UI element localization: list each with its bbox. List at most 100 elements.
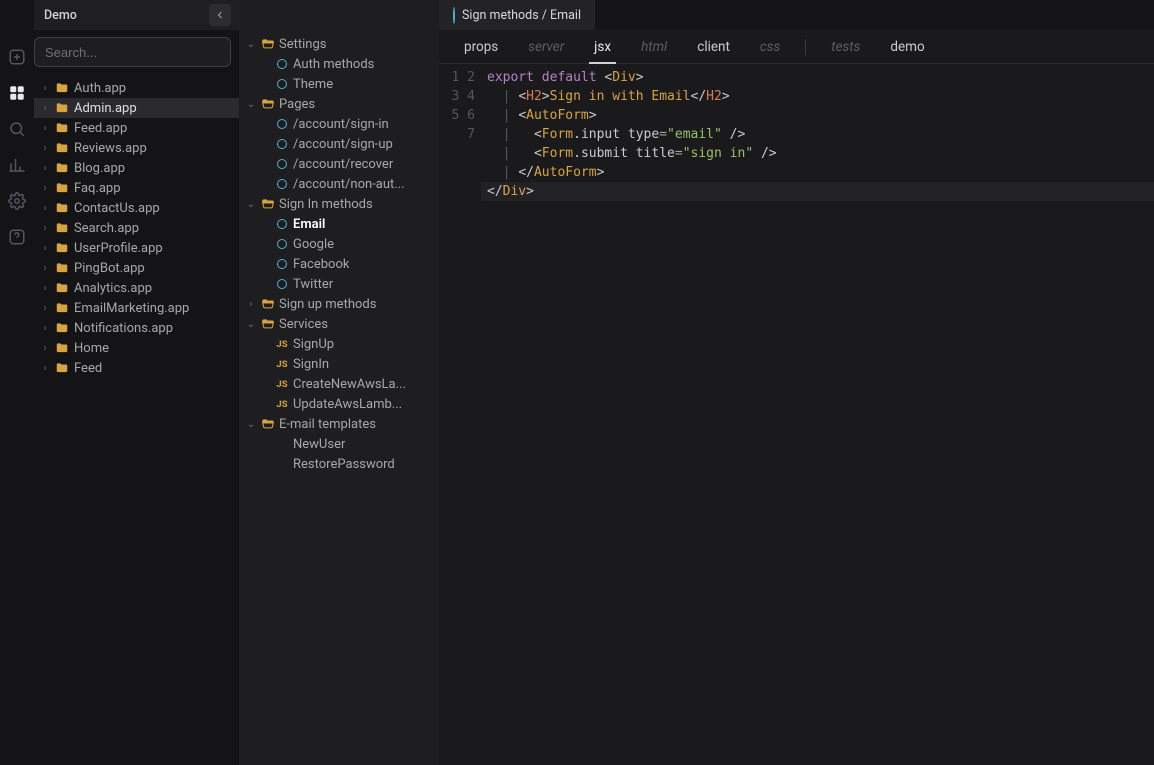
tree-folder[interactable]: ⌄Services xyxy=(239,314,439,334)
view-tab-jsx[interactable]: jsx xyxy=(579,30,626,63)
view-tab-html[interactable]: html xyxy=(626,30,682,63)
project-item-label: Home xyxy=(74,341,109,356)
project-item[interactable]: ›ContactUs.app xyxy=(34,198,239,218)
tree-folder[interactable]: ⌄ Settings xyxy=(239,34,439,54)
circle-icon xyxy=(277,219,287,229)
chevron-icon: ⌄ xyxy=(245,199,257,210)
tree-item[interactable]: /account/recover xyxy=(239,154,439,174)
chevron-icon: › xyxy=(245,299,257,310)
tree-item[interactable]: Email xyxy=(239,214,439,234)
chevron-right-icon: › xyxy=(40,263,50,274)
tree-folder[interactable]: ⌄ Sign In methods xyxy=(239,194,439,214)
tree-folder-label: Settings xyxy=(279,37,326,52)
tree-folder-label: Pages xyxy=(279,97,315,112)
folder-icon xyxy=(55,241,69,255)
apps-icon[interactable] xyxy=(8,84,26,102)
circle-icon xyxy=(277,259,287,269)
view-tab-props[interactable]: props xyxy=(449,30,513,63)
explorer-panel: Demo ›Auth.app›Admin.app›Feed.app›Review… xyxy=(34,0,239,765)
project-item[interactable]: ›Feed.app xyxy=(34,118,239,138)
folder-open-icon xyxy=(261,417,275,431)
help-icon[interactable] xyxy=(8,228,26,246)
view-tab-css[interactable]: css xyxy=(745,30,795,63)
chevron-icon: ⌄ xyxy=(245,39,257,50)
tree-item[interactable]: JSUpdateAwsLamb... xyxy=(239,394,439,414)
folder-open-icon xyxy=(261,197,275,211)
tree-item-label: Facebook xyxy=(293,257,349,272)
folder-icon xyxy=(55,261,69,275)
project-item[interactable]: ›Blog.app xyxy=(34,158,239,178)
view-tab-client[interactable]: client xyxy=(682,30,745,63)
tree-item[interactable]: JSSignIn xyxy=(239,354,439,374)
project-item[interactable]: ›Notifications.app xyxy=(34,318,239,338)
chevron-right-icon: › xyxy=(40,123,50,134)
tree-item[interactable]: Theme xyxy=(239,74,439,94)
folder-icon xyxy=(55,181,69,195)
tree-item-label: RestorePassword xyxy=(293,457,395,472)
project-item-label: ContactUs.app xyxy=(74,201,160,216)
chart-icon[interactable] xyxy=(8,156,26,174)
project-item[interactable]: ›Auth.app xyxy=(34,78,239,98)
add-icon[interactable] xyxy=(8,48,26,66)
chevron-icon: ⌄ xyxy=(245,99,257,110)
view-tabs: propsserverjsxhtmlclientcss testsdemo xyxy=(439,30,1154,64)
project-item[interactable]: ›Home xyxy=(34,338,239,358)
tree-folder[interactable]: ⌄ Pages xyxy=(239,94,439,114)
folder-icon xyxy=(55,101,69,115)
chevron-right-icon: › xyxy=(40,143,50,154)
chevron-right-icon: › xyxy=(40,223,50,234)
search-icon[interactable] xyxy=(8,120,26,138)
js-icon: JS xyxy=(276,399,287,410)
tree-item[interactable]: /account/sign-up xyxy=(239,134,439,154)
folder-open-icon xyxy=(261,317,275,331)
project-item[interactable]: ›Analytics.app xyxy=(34,278,239,298)
tree-item[interactable]: Google xyxy=(239,234,439,254)
circle-icon xyxy=(277,119,287,129)
project-item[interactable]: ›Faq.app xyxy=(34,178,239,198)
tree-folder-label: E-mail templates xyxy=(279,417,376,432)
project-item-label: UserProfile.app xyxy=(74,241,163,256)
circle-icon xyxy=(453,8,455,23)
project-item[interactable]: ›Search.app xyxy=(34,218,239,238)
folder-open-icon xyxy=(261,97,275,111)
tree-folder-label: Sign In methods xyxy=(279,197,373,212)
project-item[interactable]: ›Reviews.app xyxy=(34,138,239,158)
tree-item[interactable]: JSCreateNewAwsLa... xyxy=(239,374,439,394)
code-editor[interactable]: 1 2 3 4 5 6 7 export default <Div> | <H2… xyxy=(439,64,1154,765)
tree-item[interactable]: /account/non-aut... xyxy=(239,174,439,194)
project-item[interactable]: ›Admin.app xyxy=(34,98,239,118)
tree-item[interactable]: Facebook xyxy=(239,254,439,274)
project-tree: ›Auth.app›Admin.app›Feed.app›Reviews.app… xyxy=(34,74,239,765)
tree-item[interactable]: NewUser xyxy=(239,434,439,454)
file-tab[interactable]: Sign methods / Email xyxy=(439,0,596,30)
circle-icon xyxy=(277,279,287,289)
tree-item[interactable]: Auth methods xyxy=(239,54,439,74)
collapse-sidebar-button[interactable] xyxy=(209,4,231,26)
project-item-label: Feed xyxy=(74,361,102,376)
folder-icon xyxy=(55,161,69,175)
tree-item[interactable]: RestorePassword xyxy=(239,454,439,474)
view-tab-server[interactable]: server xyxy=(513,30,579,63)
view-tab-tests[interactable]: tests xyxy=(816,30,875,63)
chevron-right-icon: › xyxy=(40,283,50,294)
divider xyxy=(805,39,806,55)
tree-item-label: /account/recover xyxy=(293,157,393,172)
view-tab-demo[interactable]: demo xyxy=(875,30,939,63)
tree-folder[interactable]: ⌄E-mail templates xyxy=(239,414,439,434)
project-item[interactable]: ›UserProfile.app xyxy=(34,238,239,258)
folder-icon xyxy=(55,341,69,355)
circle-icon xyxy=(277,59,287,69)
project-item[interactable]: ›PingBot.app xyxy=(34,258,239,278)
search-input[interactable] xyxy=(34,37,231,67)
gear-icon[interactable] xyxy=(8,192,26,210)
tree-folder[interactable]: ›Sign up methods xyxy=(239,294,439,314)
chevron-right-icon: › xyxy=(40,363,50,374)
project-item[interactable]: › Feed xyxy=(34,358,239,378)
project-item[interactable]: ›EmailMarketing.app xyxy=(34,298,239,318)
js-icon: JS xyxy=(276,359,287,370)
tree-item[interactable]: Twitter xyxy=(239,274,439,294)
tree-item-label: Twitter xyxy=(293,277,333,292)
tree-item[interactable]: /account/sign-in xyxy=(239,114,439,134)
tree-item[interactable]: JSSignUp xyxy=(239,334,439,354)
folder-icon xyxy=(55,321,69,335)
